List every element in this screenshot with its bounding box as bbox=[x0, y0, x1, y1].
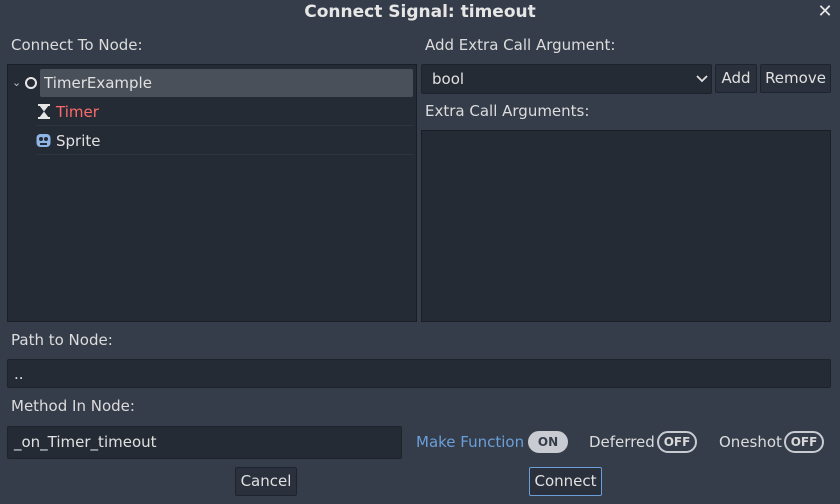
tree-item-timerexample[interactable]: ⌄ TimerExample bbox=[8, 69, 414, 97]
extra-call-args-list[interactable] bbox=[421, 130, 831, 322]
deferred-toggle[interactable]: OFF bbox=[657, 431, 697, 453]
method-in-node-label: Method In Node: bbox=[11, 397, 135, 415]
connect-button[interactable]: Connect bbox=[529, 467, 602, 496]
add-button[interactable]: Add bbox=[715, 64, 757, 93]
deferred-label[interactable]: Deferred bbox=[589, 431, 655, 453]
method-name-input[interactable]: _on_Timer_timeout bbox=[7, 426, 402, 459]
make-function-toggle[interactable]: ON bbox=[528, 431, 568, 453]
add-extra-arg-label: Add Extra Call Argument: bbox=[425, 36, 616, 54]
cancel-button[interactable]: Cancel bbox=[235, 467, 297, 496]
path-to-node-label: Path to Node: bbox=[11, 331, 113, 349]
arg-type-select[interactable]: bool bbox=[421, 64, 712, 94]
close-icon[interactable]: ✕ bbox=[814, 1, 836, 23]
dialog-title: Connect Signal: timeout bbox=[304, 2, 536, 22]
oneshot-toggle[interactable]: OFF bbox=[784, 431, 824, 453]
hourglass-icon bbox=[38, 104, 50, 119]
connect-to-node-label: Connect To Node: bbox=[11, 36, 143, 54]
node-circle-icon bbox=[25, 77, 37, 89]
tree-item-timer[interactable]: Timer bbox=[36, 98, 414, 126]
tree-item-label: TimerExample bbox=[44, 74, 152, 92]
remove-button[interactable]: Remove bbox=[760, 64, 831, 93]
tree-item-label: Sprite bbox=[56, 132, 101, 150]
arg-type-value: bool bbox=[432, 70, 465, 88]
chevron-down-icon bbox=[696, 75, 708, 83]
tree-item-label: Timer bbox=[56, 103, 99, 121]
sprite-face-icon bbox=[36, 134, 51, 147]
tree-item-sprite[interactable]: Sprite bbox=[36, 127, 414, 155]
make-function-label[interactable]: Make Function bbox=[416, 431, 524, 453]
node-tree[interactable]: ⌄ TimerExample Timer Sprite bbox=[7, 64, 417, 322]
path-to-node-input[interactable]: .. bbox=[7, 359, 831, 388]
chevron-down-icon[interactable]: ⌄ bbox=[12, 69, 21, 97]
extra-call-args-label: Extra Call Arguments: bbox=[425, 102, 590, 120]
oneshot-label[interactable]: Oneshot bbox=[719, 431, 782, 453]
